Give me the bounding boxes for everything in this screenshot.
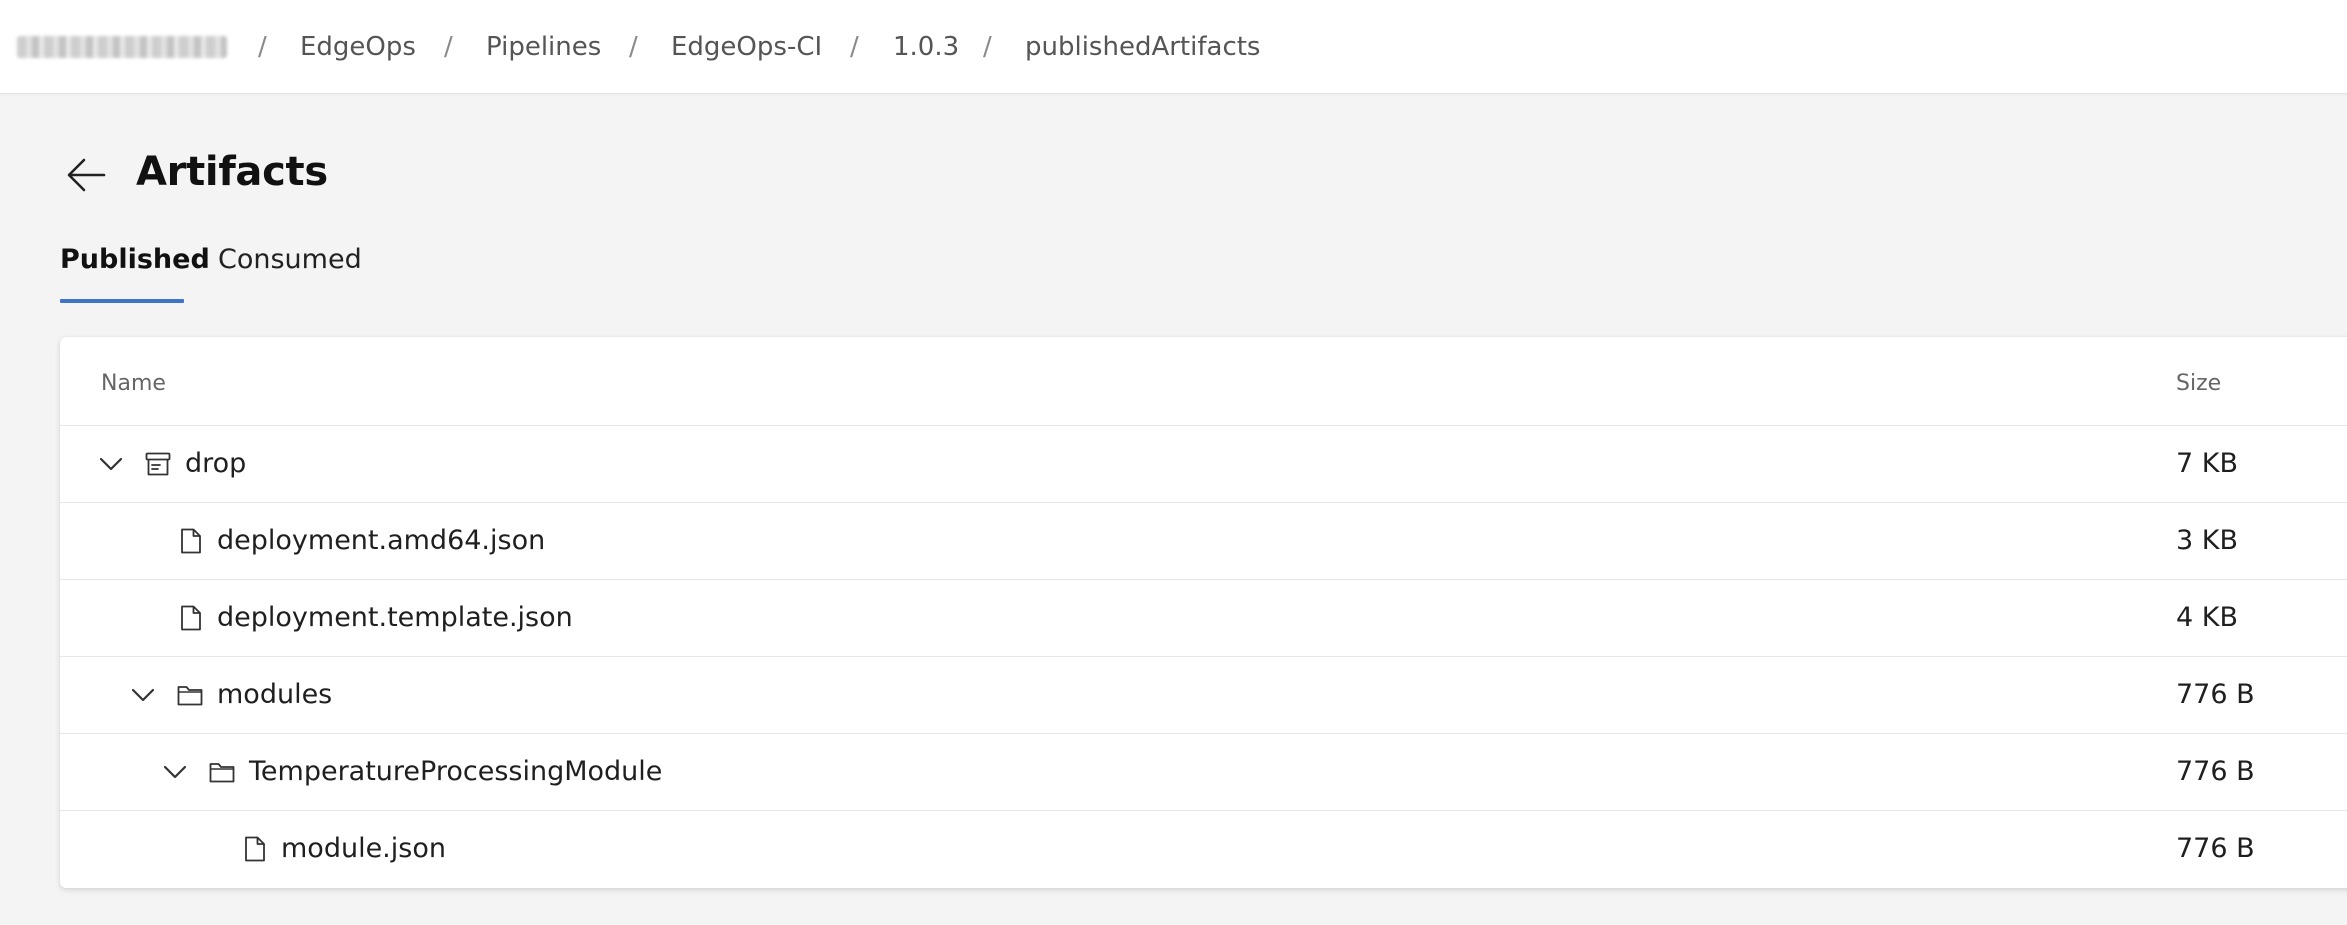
- breadcrumb-pipeline-name[interactable]: EdgeOps-CI: [671, 29, 822, 65]
- folder-size: 776 B: [2176, 679, 2255, 710]
- table-row[interactable]: deployment.template.json 4 KB: [60, 580, 2347, 657]
- breadcrumb-separator: /: [258, 32, 267, 62]
- active-tab-indicator: [60, 299, 184, 303]
- folder-size: 776 B: [2176, 756, 2255, 787]
- breadcrumb-separator: /: [850, 32, 859, 62]
- organization-name-redacted[interactable]: [17, 36, 227, 58]
- file-icon: [245, 836, 265, 862]
- file-size: 3 KB: [2176, 525, 2238, 556]
- column-header-size[interactable]: Size: [2176, 369, 2221, 399]
- file-icon: [181, 605, 201, 631]
- table-row[interactable]: modules 776 B: [60, 657, 2347, 734]
- table-row[interactable]: drop 7 KB: [60, 426, 2347, 503]
- breadcrumb-separator: /: [444, 32, 453, 62]
- chevron-down-icon[interactable]: [97, 450, 125, 478]
- folder-icon: [209, 763, 235, 783]
- table-row[interactable]: module.json 776 B: [60, 811, 2347, 888]
- file-name[interactable]: deployment.amd64.json: [217, 522, 545, 560]
- breadcrumb-separator: /: [983, 32, 992, 62]
- breadcrumb-project[interactable]: EdgeOps: [300, 29, 416, 65]
- arrow-left-icon[interactable]: [64, 155, 108, 195]
- table-row[interactable]: deployment.amd64.json 3 KB: [60, 503, 2347, 580]
- chevron-down-icon[interactable]: [129, 681, 157, 709]
- tab-consumed[interactable]: Consumed: [218, 240, 362, 280]
- breadcrumb-run[interactable]: 1.0.3: [893, 29, 959, 65]
- file-name[interactable]: deployment.template.json: [217, 599, 573, 637]
- breadcrumb-separator: /: [629, 32, 638, 62]
- folder-name[interactable]: modules: [217, 676, 332, 714]
- folder-name[interactable]: TemperatureProcessingModule: [249, 753, 662, 791]
- artifact-box-icon: [145, 452, 171, 476]
- artifact-size: 7 KB: [2176, 448, 2238, 479]
- tab-published[interactable]: Published: [60, 240, 210, 280]
- file-size: 776 B: [2176, 833, 2255, 864]
- chevron-down-icon[interactable]: [161, 758, 189, 786]
- file-icon: [181, 528, 201, 554]
- artifact-name[interactable]: drop: [185, 445, 246, 483]
- breadcrumb-pipelines[interactable]: Pipelines: [486, 29, 601, 65]
- breadcrumb-published-artifacts[interactable]: publishedArtifacts: [1025, 29, 1260, 65]
- column-header-name[interactable]: Name: [101, 369, 166, 399]
- file-name[interactable]: module.json: [281, 830, 446, 868]
- breadcrumb-bar: / EdgeOps / Pipelines / EdgeOps-CI / 1.0…: [0, 0, 2347, 94]
- folder-icon: [177, 686, 203, 706]
- file-size: 4 KB: [2176, 602, 2238, 633]
- table-row[interactable]: TemperatureProcessingModule 776 B: [60, 734, 2347, 811]
- artifacts-table: Name Size drop 7 KB deployment.amd64.jso…: [60, 337, 2347, 888]
- page-title: Artifacts: [136, 149, 328, 195]
